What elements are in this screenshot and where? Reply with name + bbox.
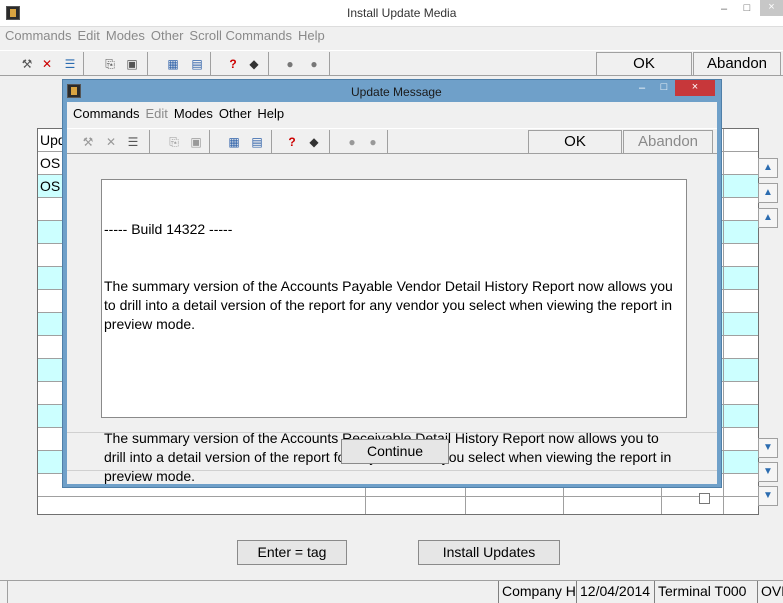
update-message-text: ----- Build 14322 ----- The summary vers…: [101, 179, 687, 484]
close-icon[interactable]: ×: [760, 0, 783, 16]
scroll-page-up-icon[interactable]: ▲: [758, 183, 778, 203]
status-terminal: Terminal T000: [654, 581, 757, 603]
dialog-close-icon[interactable]: ×: [675, 80, 715, 96]
scroll-top-icon[interactable]: ▲: [758, 158, 778, 178]
calendar-icon[interactable]: ▤: [190, 57, 204, 71]
dialog-back-icon[interactable]: ●: [345, 135, 359, 149]
continue-button[interactable]: Continue: [341, 439, 449, 464]
dialog-menu-other[interactable]: Other: [219, 106, 252, 121]
status-bar: Company H 12/04/2014 Terminal T000 OVR: [0, 580, 783, 603]
app-icon: [6, 6, 20, 20]
status-message: [7, 581, 498, 603]
dialog-ok-button[interactable]: OK: [528, 130, 622, 154]
ok-button[interactable]: OK: [596, 52, 692, 76]
list-icon[interactable]: ☰: [63, 57, 77, 71]
minimize-icon[interactable]: –: [717, 3, 731, 15]
calculator-icon[interactable]: ▦: [166, 57, 180, 71]
menu-scroll-commands[interactable]: Scroll Commands: [189, 28, 292, 43]
tag-checkbox[interactable]: [699, 493, 710, 504]
dialog-body: Commands Edit Modes Other Help ⚒ ✕ ☰ ⎘ ▣ ▦ ▤…: [67, 102, 717, 484]
dialog-titlebar: Update Message – □ ×: [63, 80, 721, 102]
status-date: 12/04/2014: [576, 581, 654, 603]
dialog-paste-icon[interactable]: ▣: [189, 135, 203, 149]
dialog-menu-commands[interactable]: Commands: [73, 106, 139, 121]
menu-help[interactable]: Help: [298, 28, 325, 43]
dialog-maximize-icon[interactable]: □: [657, 81, 671, 93]
menu-edit[interactable]: Edit: [77, 28, 99, 43]
message-build-line: ----- Build 14322 -----: [104, 221, 233, 237]
toolbar: ⚒ ✕ ☰ ⎘ ▣ ▦ ▤ ? ◆ ● ● OK Abandon: [0, 50, 783, 76]
dialog-title: Update Message: [351, 85, 442, 99]
install-updates-button[interactable]: Install Updates: [418, 540, 560, 565]
scroll-down-icon[interactable]: ▼: [758, 438, 778, 458]
window-titlebar: Install Update Media – □ ×: [0, 0, 783, 27]
update-message-dialog: Update Message – □ × Commands Edit Modes Ot…: [62, 79, 722, 488]
book-icon[interactable]: ◆: [247, 57, 261, 71]
dialog-menu-edit[interactable]: Edit: [145, 106, 167, 121]
window-title: Install Update Media: [347, 6, 457, 20]
tools-icon[interactable]: ⚒: [20, 57, 34, 71]
dialog-copy-icon[interactable]: ⎘: [167, 135, 181, 149]
message-paragraph: The summary version of the Accounts Paya…: [104, 278, 677, 332]
dialog-book-icon[interactable]: ◆: [307, 135, 321, 149]
dialog-abandon-button[interactable]: Abandon: [623, 130, 713, 154]
scroll-bottom-icon[interactable]: ▼: [758, 486, 778, 506]
status-mode: OVR: [757, 581, 783, 603]
enter-tag-button[interactable]: Enter = tag: [237, 540, 347, 565]
cancel-icon[interactable]: ✕: [40, 57, 54, 71]
dialog-help-icon[interactable]: ?: [285, 135, 299, 149]
menu-modes[interactable]: Modes: [106, 28, 145, 43]
abandon-button[interactable]: Abandon: [693, 52, 781, 76]
dialog-calculator-icon[interactable]: ▦: [227, 135, 241, 149]
dialog-menu-bar: Commands Edit Modes Other Help: [73, 106, 290, 126]
status-company: Company H: [498, 581, 576, 603]
dialog-forward-icon[interactable]: ●: [366, 135, 380, 149]
dialog-list-icon[interactable]: ☰: [126, 135, 140, 149]
dialog-app-icon: [67, 84, 81, 98]
copy-icon[interactable]: ⎘: [103, 57, 117, 71]
menu-bar: Commands Edit Modes Other Scroll Commands Hel…: [5, 28, 331, 48]
menu-other[interactable]: Other: [151, 28, 184, 43]
back-icon[interactable]: ●: [283, 57, 297, 71]
dialog-calendar-icon[interactable]: ▤: [250, 135, 264, 149]
menu-commands[interactable]: Commands: [5, 28, 71, 43]
dialog-minimize-icon[interactable]: –: [635, 82, 649, 94]
dialog-tools-icon[interactable]: ⚒: [81, 135, 95, 149]
scroll-page-down-icon[interactable]: ▼: [758, 462, 778, 482]
scroll-up-icon[interactable]: ▲: [758, 208, 778, 228]
dialog-cancel-icon[interactable]: ✕: [104, 135, 118, 149]
dialog-toolbar: ⚒ ✕ ☰ ⎘ ▣ ▦ ▤ ? ◆ ● ● OK Abandon: [67, 128, 717, 154]
paste-icon[interactable]: ▣: [125, 57, 139, 71]
dialog-menu-help[interactable]: Help: [257, 106, 284, 121]
forward-icon[interactable]: ●: [307, 57, 321, 71]
dialog-menu-modes[interactable]: Modes: [174, 106, 213, 121]
maximize-icon[interactable]: □: [740, 2, 754, 14]
help-icon[interactable]: ?: [226, 57, 240, 71]
